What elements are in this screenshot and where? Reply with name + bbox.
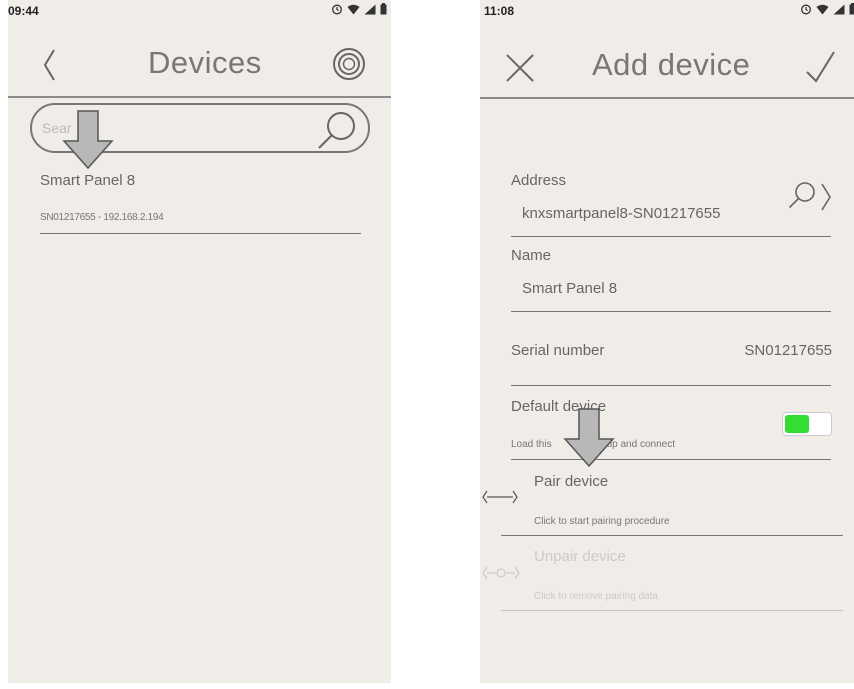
status-time: 11:08 (484, 4, 515, 18)
address-chevron-button[interactable] (820, 182, 832, 217)
status-time: 09:44 (8, 4, 39, 18)
chevron-right-icon (821, 183, 831, 211)
page-title: Devices (148, 45, 262, 80)
wifi-icon (347, 4, 360, 18)
address-search-button[interactable] (788, 181, 816, 214)
close-button[interactable] (504, 52, 536, 89)
address-label: Address (511, 172, 567, 189)
status-bar: 09:44 (8, 0, 391, 22)
name-value[interactable]: Smart Panel 8 (522, 280, 617, 297)
default-device-description-start: Load this (511, 439, 552, 450)
name-label: Name (511, 247, 552, 264)
confirm-button[interactable] (804, 50, 836, 89)
battery-icon (849, 3, 854, 18)
device-name: Smart Panel 8 (40, 172, 136, 189)
device-detail: SN01217655 - 192.168.2.194 (40, 212, 164, 223)
field-divider (501, 610, 843, 611)
battery-icon (380, 3, 387, 18)
back-button[interactable] (42, 48, 56, 87)
status-bar: 11:08 (480, 0, 854, 22)
header-divider (8, 96, 391, 98)
alarm-icon (331, 3, 343, 18)
serial-label: Serial number (511, 342, 605, 359)
field-divider (511, 459, 831, 460)
serial-value: SN01217655 (744, 342, 832, 359)
unpair-icon (482, 566, 520, 585)
close-icon (506, 54, 534, 82)
list-divider (40, 233, 361, 234)
unpair-device-description: Click to remove pairing data (534, 591, 658, 602)
field-divider (511, 236, 831, 237)
signal-icon (364, 4, 376, 18)
header-divider (480, 97, 854, 99)
wifi-icon (816, 4, 829, 18)
down-arrow-overlay-icon (62, 110, 114, 175)
signal-icon (833, 4, 845, 18)
pair-icon (482, 490, 518, 509)
field-divider (511, 311, 831, 312)
default-device-toggle[interactable] (782, 412, 832, 436)
unpair-device-label: Unpair device (534, 548, 626, 565)
down-arrow-overlay-icon (563, 408, 615, 473)
pair-device-description: Click to start pairing procedure (534, 516, 670, 527)
alarm-icon (800, 3, 812, 18)
field-divider (511, 385, 831, 386)
add-device-screen: 11:08 Add device Address knxsmartpanel8-… (480, 0, 854, 683)
page-title: Add device (592, 47, 751, 82)
discover-button[interactable] (332, 47, 366, 86)
discover-icon (333, 48, 365, 80)
pair-device-label: Pair device (534, 473, 609, 490)
chevron-left-icon (43, 49, 55, 81)
toggle-on-indicator (785, 415, 809, 433)
check-icon (806, 51, 835, 83)
field-divider (501, 535, 843, 536)
search-icon (788, 182, 815, 209)
devices-screen: 09:44 Devices Sear Smart Panel 8 SN01217… (8, 0, 391, 683)
address-value[interactable]: knxsmartpanel8-SN01217655 (522, 205, 720, 222)
search-icon[interactable] (316, 109, 358, 156)
